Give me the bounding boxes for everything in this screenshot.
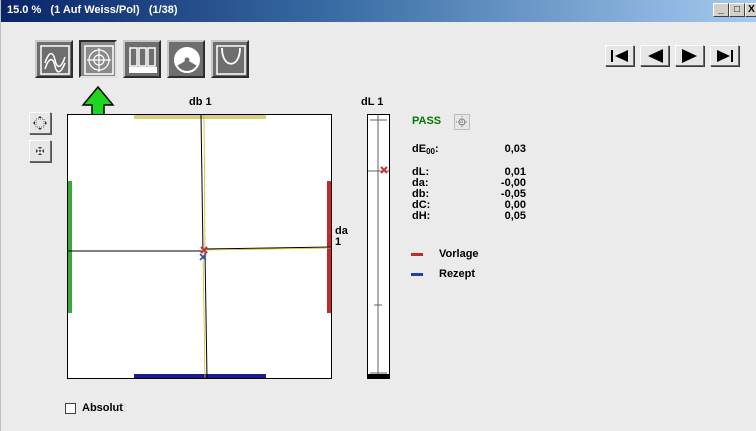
- parabola-icon: [216, 45, 246, 75]
- app-window: 15.0 % (1 Auf Weiss/Pol) (1/38) _ □ X db…: [0, 0, 756, 431]
- pie-view-button[interactable]: [167, 40, 205, 78]
- pie-icon: [174, 47, 200, 73]
- status-detail-button[interactable]: [454, 114, 470, 130]
- pass-status: PASS: [412, 115, 442, 127]
- minimize-button[interactable]: _: [713, 3, 729, 17]
- zoom-out-button[interactable]: [29, 112, 51, 134]
- de00-value: 0,03: [504, 143, 526, 155]
- crosshair-small-icon: [456, 116, 468, 128]
- legend-vorlage-label: Vorlage: [439, 248, 479, 260]
- zoom-out-icon: [33, 116, 47, 130]
- dh-label: dH:: [412, 210, 431, 222]
- crosshair-icon: [84, 45, 114, 75]
- first-icon: [611, 50, 628, 62]
- de00-label: dE00:: [412, 143, 439, 156]
- absolut-checkbox[interactable]: [65, 403, 76, 414]
- legend-rezept-label: Rezept: [439, 268, 476, 280]
- lightness-target-marker: [380, 166, 388, 174]
- title-bar[interactable]: 15.0 % (1 Auf Weiss/Pol) (1/38) _ □ X: [1, 0, 756, 22]
- legend-vorlage-swatch: [411, 253, 423, 256]
- lightness-bar: [367, 114, 390, 379]
- da-scale-label: 1: [335, 236, 342, 248]
- dh-value: 0,05: [504, 210, 526, 222]
- absolut-checkbox-label[interactable]: Absolut: [82, 402, 123, 414]
- yellow-axis-bar: [134, 115, 266, 119]
- last-icon: [717, 50, 733, 62]
- green-axis-bar: [68, 181, 72, 313]
- vertical-axis-line: [200, 115, 204, 253]
- last-record-button[interactable]: [710, 45, 739, 66]
- bars-icon: [129, 47, 157, 73]
- next-record-button[interactable]: [675, 45, 704, 66]
- next-icon: [682, 49, 697, 63]
- db-axis-label: db 1: [189, 96, 212, 108]
- maximize-button[interactable]: □: [729, 3, 745, 17]
- wave-icon: [40, 45, 70, 75]
- bars-view-button[interactable]: [123, 40, 161, 78]
- dl-axis-label: dL 1: [361, 96, 384, 108]
- ab-target-plot: [67, 114, 332, 379]
- zoom-in-button[interactable]: [29, 140, 51, 162]
- first-record-button[interactable]: [605, 45, 634, 66]
- blue-axis-bar: [134, 374, 266, 378]
- zoom-in-icon: [36, 147, 44, 155]
- curve-view-button[interactable]: [35, 40, 73, 78]
- close-button[interactable]: X: [745, 3, 756, 17]
- parabola-view-button[interactable]: [211, 40, 249, 78]
- prev-icon: [648, 49, 663, 63]
- previous-record-button[interactable]: [640, 45, 669, 66]
- window-title: 15.0 % (1 Auf Weiss/Pol) (1/38): [7, 4, 178, 16]
- target-view-button[interactable]: [79, 40, 117, 78]
- legend-rezept-swatch: [411, 273, 423, 276]
